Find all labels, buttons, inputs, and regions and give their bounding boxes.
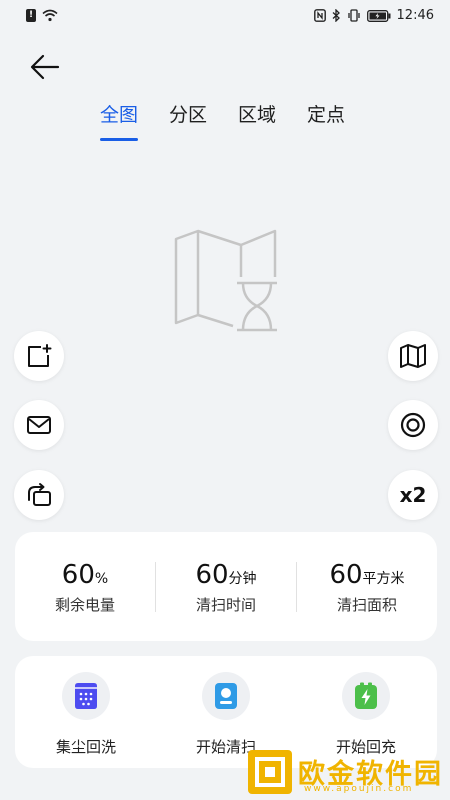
speed-x2-label: x2 [399,483,427,507]
watermark-logo-icon [248,750,292,794]
action-label: 集尘回洗 [55,738,116,756]
back-button[interactable] [28,52,62,82]
cleaning-stats-card: 60% 剩余电量 60分钟 清扫时间 60平方米 清扫面积 [15,532,437,641]
arrow-left-icon [30,54,60,80]
mode-tabs: 全图 分区 区域 定点 [100,100,376,141]
dust-collect-button[interactable]: 集尘回洗 [26,672,146,757]
bluetooth-icon [332,9,341,22]
tab-full-map[interactable]: 全图 [100,100,139,141]
map-icon [400,344,426,368]
stat-label: 清扫面积 [336,596,397,614]
dust-collect-icon [75,683,97,709]
nfc-icon [313,9,326,22]
clock-time: 12:46 [396,8,434,23]
stat-unit: 平方米 [362,571,405,587]
wifi-icon [42,9,58,22]
map-manage-button[interactable] [388,331,438,381]
tab-spot[interactable]: 定点 [307,100,345,127]
rotate-icon [28,483,51,506]
locate-button[interactable] [388,400,438,450]
stat-label: 清扫时间 [195,596,256,614]
map-loading-illustration [173,229,279,337]
target-icon [400,412,426,438]
stat-label: 剩余电量 [54,596,115,614]
stat-value: 60 [61,560,95,590]
tab-area[interactable]: 区域 [238,100,276,127]
stat-unit: 分钟 [228,571,257,587]
battery-icon [366,9,391,22]
rotate-map-button[interactable] [14,470,64,520]
map-hourglass-icon [174,229,277,332]
action-icon-wrap [342,672,390,720]
start-recharge-button[interactable]: 开始回充 [306,672,426,757]
start-clean-icon [215,683,237,709]
stat-value: 60 [195,560,229,590]
status-bar: ! 12:46 [0,0,450,32]
stat-unit: % [94,571,109,587]
sim-alert-icon: ! [26,9,36,22]
message-button[interactable] [14,400,64,450]
mail-icon [27,416,51,434]
battery-charge-icon [355,682,377,709]
watermark-url: www.apoujin.com [304,784,414,794]
speed-x2-button[interactable]: x2 [388,470,438,520]
stat-clean-time: 60分钟 清扫时间 [156,560,296,615]
action-icon-wrap [62,672,110,720]
tab-partition[interactable]: 分区 [169,100,207,127]
stat-clean-area: 60平方米 清扫面积 [297,560,437,615]
start-clean-button[interactable]: 开始清扫 [166,672,286,757]
action-icon-wrap [202,672,250,720]
stat-value: 60 [329,560,363,590]
add-room-button[interactable] [14,331,64,381]
add-room-icon [28,344,52,367]
vibrate-icon [347,9,361,22]
watermark: 欧金软件园 www.apoujin.com [248,750,448,798]
stat-battery: 60% 剩余电量 [15,560,155,615]
